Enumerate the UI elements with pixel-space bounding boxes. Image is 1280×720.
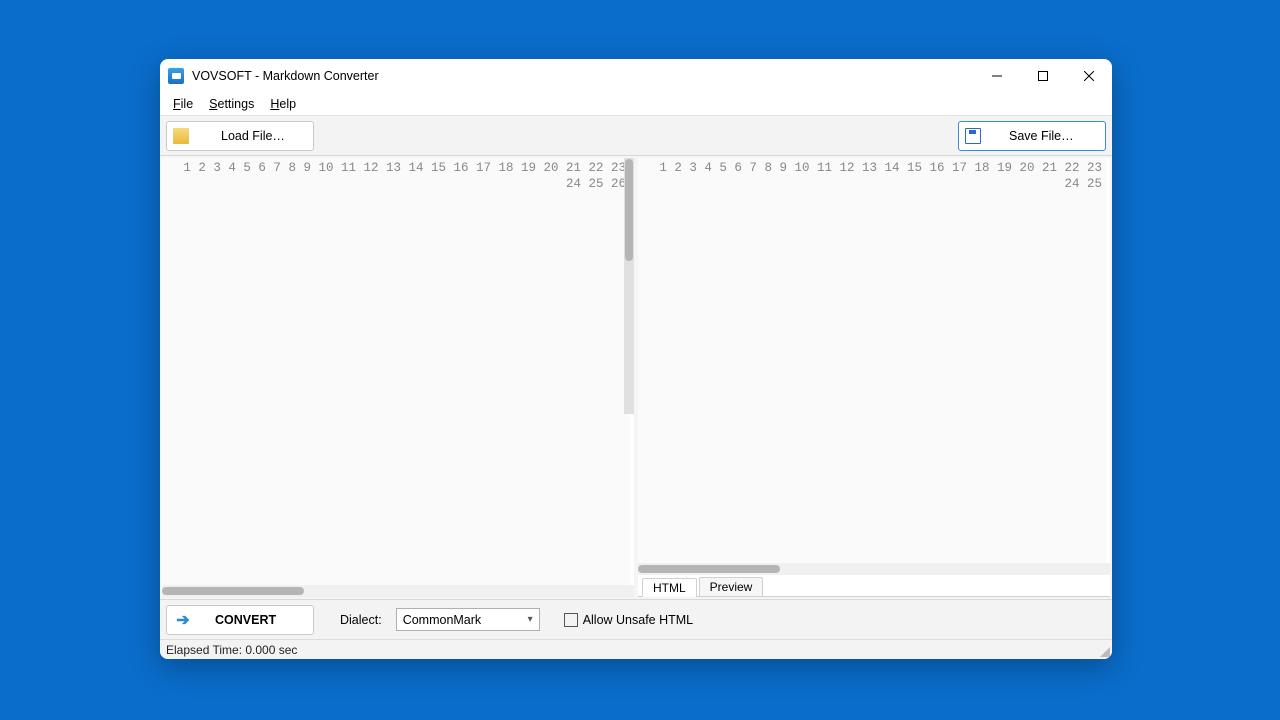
markdown-pane: 1 2 3 4 5 6 7 8 9 10 11 12 13 14 15 16 1…: [162, 158, 634, 597]
line-numbers-left: 1 2 3 4 5 6 7 8 9 10 11 12 13 14 15 16 1…: [162, 158, 630, 585]
titlebar: VOVSOFT - Markdown Converter: [160, 59, 1112, 92]
status-bar: Elapsed Time: 0.000 sec: [160, 639, 1112, 659]
save-icon: [965, 128, 981, 144]
dialect-value: CommonMark: [403, 613, 482, 627]
allow-unsafe-checkbox[interactable]: [564, 613, 578, 627]
app-icon: [168, 68, 184, 84]
window-title: VOVSOFT - Markdown Converter: [192, 69, 379, 83]
hscroll-left[interactable]: [162, 585, 634, 597]
app-window: VOVSOFT - Markdown Converter File Settin…: [160, 59, 1112, 659]
save-file-button[interactable]: Save File…: [958, 121, 1106, 151]
tab-preview[interactable]: Preview: [699, 577, 764, 596]
maximize-button[interactable]: [1020, 59, 1066, 92]
menubar: File Settings Help: [160, 92, 1112, 116]
output-tabs: HTML Preview: [638, 575, 1110, 597]
load-file-label: Load File…: [221, 129, 285, 143]
window-controls: [974, 59, 1112, 92]
scrollbar-left[interactable]: [624, 158, 634, 414]
content-area: 1 2 3 4 5 6 7 8 9 10 11 12 13 14 15 16 1…: [160, 156, 1112, 599]
menu-file[interactable]: File: [166, 95, 200, 113]
output-pane: 1 2 3 4 5 6 7 8 9 10 11 12 13 14 15 16 1…: [638, 158, 1110, 597]
close-button[interactable]: [1066, 59, 1112, 92]
minimize-button[interactable]: [974, 59, 1020, 92]
allow-unsafe-option[interactable]: Allow Unsafe HTML: [564, 613, 693, 627]
html-output[interactable]: <h1>Media Player Classic - Black Edition…: [1106, 158, 1110, 563]
line-numbers-right: 1 2 3 4 5 6 7 8 9 10 11 12 13 14 15 16 1…: [638, 158, 1106, 563]
folder-icon: [173, 128, 189, 144]
elapsed-time: Elapsed Time: 0.000 sec: [166, 643, 297, 657]
bottom-toolbar: ➔ CONVERT Dialect: CommonMark Allow Unsa…: [160, 599, 1112, 639]
resize-grip[interactable]: [1100, 647, 1110, 657]
convert-button[interactable]: ➔ CONVERT: [166, 605, 314, 635]
dialect-label: Dialect:: [340, 613, 382, 627]
dialect-select[interactable]: CommonMark: [396, 608, 540, 631]
markdown-editor[interactable]: 1 2 3 4 5 6 7 8 9 10 11 12 13 14 15 16 1…: [162, 158, 634, 585]
convert-label: CONVERT: [215, 613, 276, 627]
html-editor[interactable]: 1 2 3 4 5 6 7 8 9 10 11 12 13 14 15 16 1…: [638, 158, 1110, 563]
tab-html[interactable]: HTML: [642, 578, 697, 597]
hscroll-right[interactable]: [638, 563, 1110, 575]
toolbar: Load File… Save File…: [160, 116, 1112, 156]
arrow-right-icon: ➔: [175, 612, 191, 628]
save-file-label: Save File…: [1009, 129, 1074, 143]
menu-settings[interactable]: Settings: [202, 95, 261, 113]
load-file-button[interactable]: Load File…: [166, 121, 314, 151]
allow-unsafe-label: Allow Unsafe HTML: [583, 613, 693, 627]
menu-help[interactable]: Help: [263, 95, 303, 113]
